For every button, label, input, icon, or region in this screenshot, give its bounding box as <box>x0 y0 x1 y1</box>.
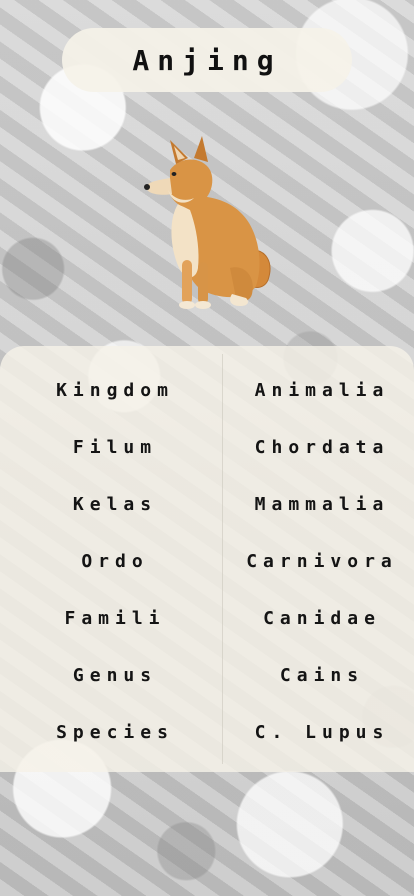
page-title: Anjing <box>132 43 282 77</box>
rank-label: Famili <box>64 607 166 629</box>
title-pill: Anjing <box>62 28 352 92</box>
taxonomy-row-kingdom: Kingdom Animalia <box>0 370 414 410</box>
rank-label: Genus <box>72 664 158 686</box>
rank-value: Animalia <box>254 379 390 401</box>
taxonomy-row-filum: Filum Chordata <box>0 427 414 467</box>
rank-value: Canidae <box>263 607 381 629</box>
rank-value: C. Lupus <box>254 721 390 743</box>
rank-label: Species <box>56 721 174 743</box>
rank-value: Carnivora <box>246 550 398 572</box>
rank-label: Ordo <box>81 550 149 572</box>
taxonomy-row-genus: Genus Cains <box>0 655 414 695</box>
rank-value: Chordata <box>254 436 390 458</box>
taxonomy-row-famili: Famili Canidae <box>0 598 414 638</box>
taxonomy-row-ordo: Ordo Carnivora <box>0 541 414 581</box>
rank-value: Cains <box>279 664 365 686</box>
rank-label: Kelas <box>72 493 158 515</box>
rank-value: Mammalia <box>254 493 390 515</box>
taxonomy-row-kelas: Kelas Mammalia <box>0 484 414 524</box>
rank-label: Kingdom <box>56 379 174 401</box>
rank-label: Filum <box>72 436 158 458</box>
taxonomy-row-species: Species C. Lupus <box>0 712 414 752</box>
dog-image <box>144 136 271 309</box>
